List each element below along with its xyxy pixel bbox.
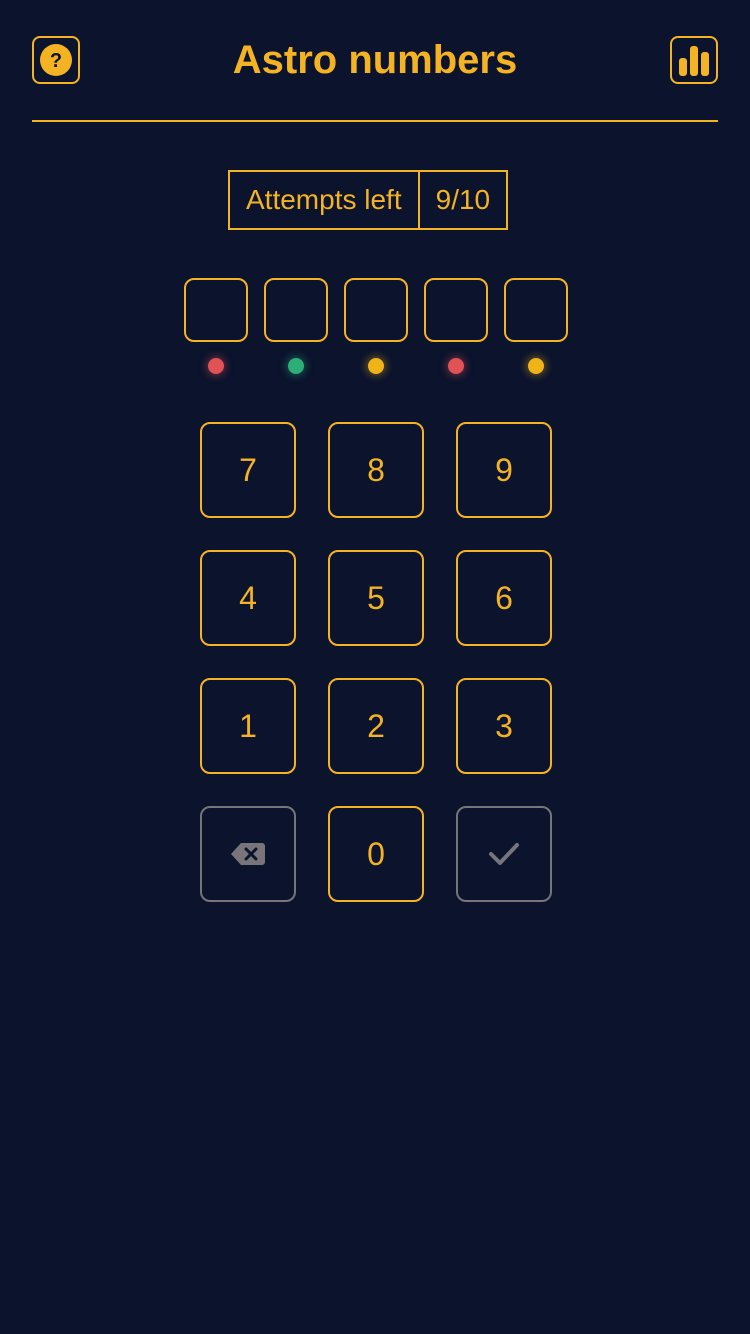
slot-indicator-dot: [288, 358, 304, 374]
guess-slot-4[interactable]: [424, 278, 488, 342]
key-8[interactable]: 8: [328, 422, 424, 518]
key-2[interactable]: 2: [328, 678, 424, 774]
slot-indicator-dot: [208, 358, 224, 374]
key-4[interactable]: 4: [200, 550, 296, 646]
slot-indicator-dot: [448, 358, 464, 374]
slot-indicator-dot: [528, 358, 544, 374]
slot-indicator-dot: [368, 358, 384, 374]
submit-button[interactable]: [456, 806, 552, 902]
header: ? Astro numbers: [32, 36, 718, 84]
key-7[interactable]: 7: [200, 422, 296, 518]
key-3[interactable]: 3: [456, 678, 552, 774]
number-keypad: 7 8 9 4 5 6 1 2 3 0: [200, 422, 552, 902]
key-6[interactable]: 6: [456, 550, 552, 646]
attempts-counter: Attempts left 9/10: [228, 170, 509, 230]
checkmark-icon: [489, 843, 519, 865]
attempts-label: Attempts left: [230, 172, 420, 228]
key-9[interactable]: 9: [456, 422, 552, 518]
bar-chart-icon: [679, 46, 709, 76]
guess-slot-3[interactable]: [344, 278, 408, 342]
guess-slot-2[interactable]: [264, 278, 328, 342]
guess-slot-1[interactable]: [184, 278, 248, 342]
backspace-icon: [231, 843, 265, 865]
backspace-button[interactable]: [200, 806, 296, 902]
guess-slots: [184, 278, 568, 378]
key-5[interactable]: 5: [328, 550, 424, 646]
header-divider: [32, 120, 718, 122]
stats-button[interactable]: [670, 36, 718, 84]
key-0[interactable]: 0: [328, 806, 424, 902]
attempts-value: 9/10: [435, 184, 491, 215]
key-1[interactable]: 1: [200, 678, 296, 774]
page-title: Astro numbers: [232, 38, 518, 82]
guess-slot-5[interactable]: [504, 278, 568, 342]
